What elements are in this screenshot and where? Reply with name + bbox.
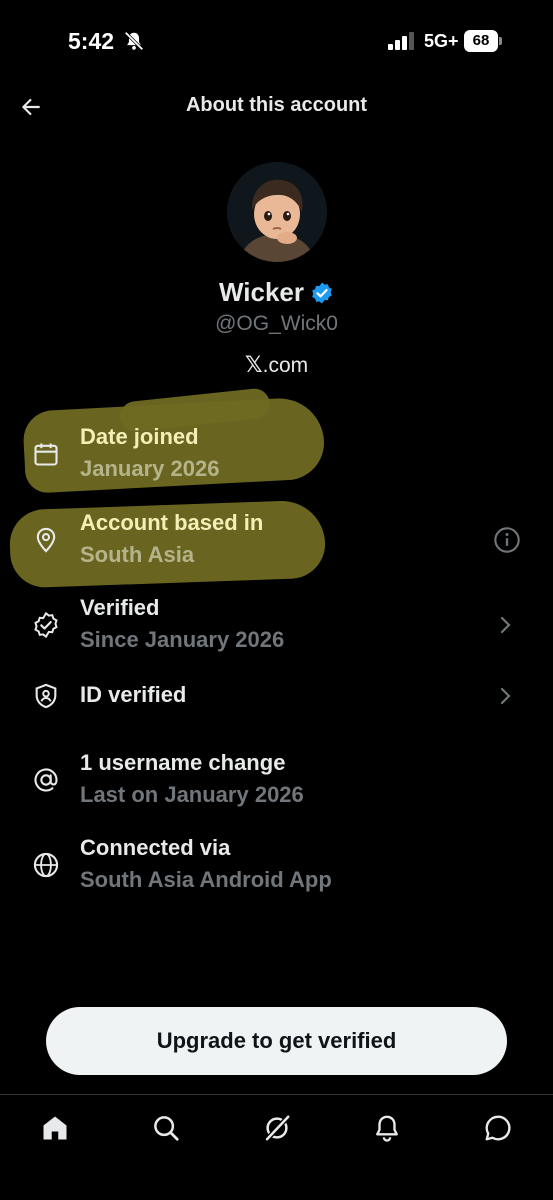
row-subtitle: Since January 2026 — [80, 627, 285, 652]
battery-level: 68 — [464, 30, 498, 52]
page-title: About this account — [185, 94, 368, 116]
row-title: Verified — [80, 595, 160, 620]
at-sign-icon — [34, 768, 58, 792]
nav-messages[interactable] — [481, 1111, 515, 1145]
display-name: Wicker — [218, 277, 305, 307]
row-title: ID verified — [80, 682, 187, 707]
search-icon — [154, 1116, 179, 1141]
notifications-icon — [376, 1115, 398, 1142]
bell-muted-icon — [124, 31, 144, 51]
network-type: 5G+ — [424, 31, 459, 51]
verified-check-icon — [34, 611, 58, 639]
status-time: 5:42 — [68, 28, 115, 54]
row-title: Connected via — [80, 835, 231, 860]
nav-notifications[interactable] — [370, 1111, 404, 1145]
site-link[interactable]: 𝕏 .com — [0, 353, 553, 378]
upgrade-button[interactable]: Upgrade to get verified — [46, 1007, 507, 1075]
info-row-username-change: 1 username change Last on January 2026 — [0, 746, 553, 816]
x-logo-icon: 𝕏 — [244, 353, 263, 378]
chevron-right-icon — [500, 616, 511, 634]
row-subtitle: Last on January 2026 — [80, 782, 304, 807]
row-subtitle: South Asia — [80, 542, 195, 567]
info-row-verified[interactable]: Verified Since January 2026 — [0, 591, 553, 661]
nav-home[interactable] — [38, 1111, 72, 1145]
header: About this account — [0, 80, 553, 136]
globe-icon — [33, 852, 59, 878]
grok-icon — [265, 1115, 291, 1141]
location-pin-icon — [36, 527, 56, 553]
row-title: 1 username change — [80, 750, 286, 775]
nav-search[interactable] — [149, 1111, 183, 1145]
signal-icon — [388, 32, 414, 50]
row-subtitle: January 2026 — [80, 456, 220, 481]
home-icon — [43, 1116, 67, 1140]
info-row-date-joined: Date joined January 2026 — [0, 420, 553, 490]
avatar-image — [227, 162, 327, 262]
row-subtitle: South Asia Android App — [80, 867, 332, 892]
row-title: Date joined — [80, 424, 199, 449]
row-title: Account based in — [80, 510, 264, 535]
info-row-account-based-in: Account based in South Asia — [0, 506, 553, 576]
handle: @OG_Wick0 — [215, 312, 338, 335]
calendar-icon — [34, 443, 58, 466]
messages-icon — [485, 1115, 511, 1141]
info-row-connected-via: Connected via South Asia Android App — [0, 831, 553, 901]
site-label: .com — [262, 353, 309, 377]
info-icon[interactable] — [493, 526, 521, 554]
info-row-id-verified[interactable]: ID verified — [0, 676, 553, 746]
id-shield-icon — [35, 683, 57, 709]
verified-badge-icon — [312, 282, 332, 303]
avatar[interactable] — [227, 162, 327, 262]
nav-grok[interactable] — [260, 1111, 294, 1145]
battery-icon: 68 — [464, 30, 502, 52]
status-bar: 5:42 5G+ 68 — [0, 0, 553, 80]
chevron-right-icon — [500, 687, 511, 705]
bottom-nav — [0, 1094, 553, 1200]
display-name-row: Wicker — [0, 277, 553, 308]
